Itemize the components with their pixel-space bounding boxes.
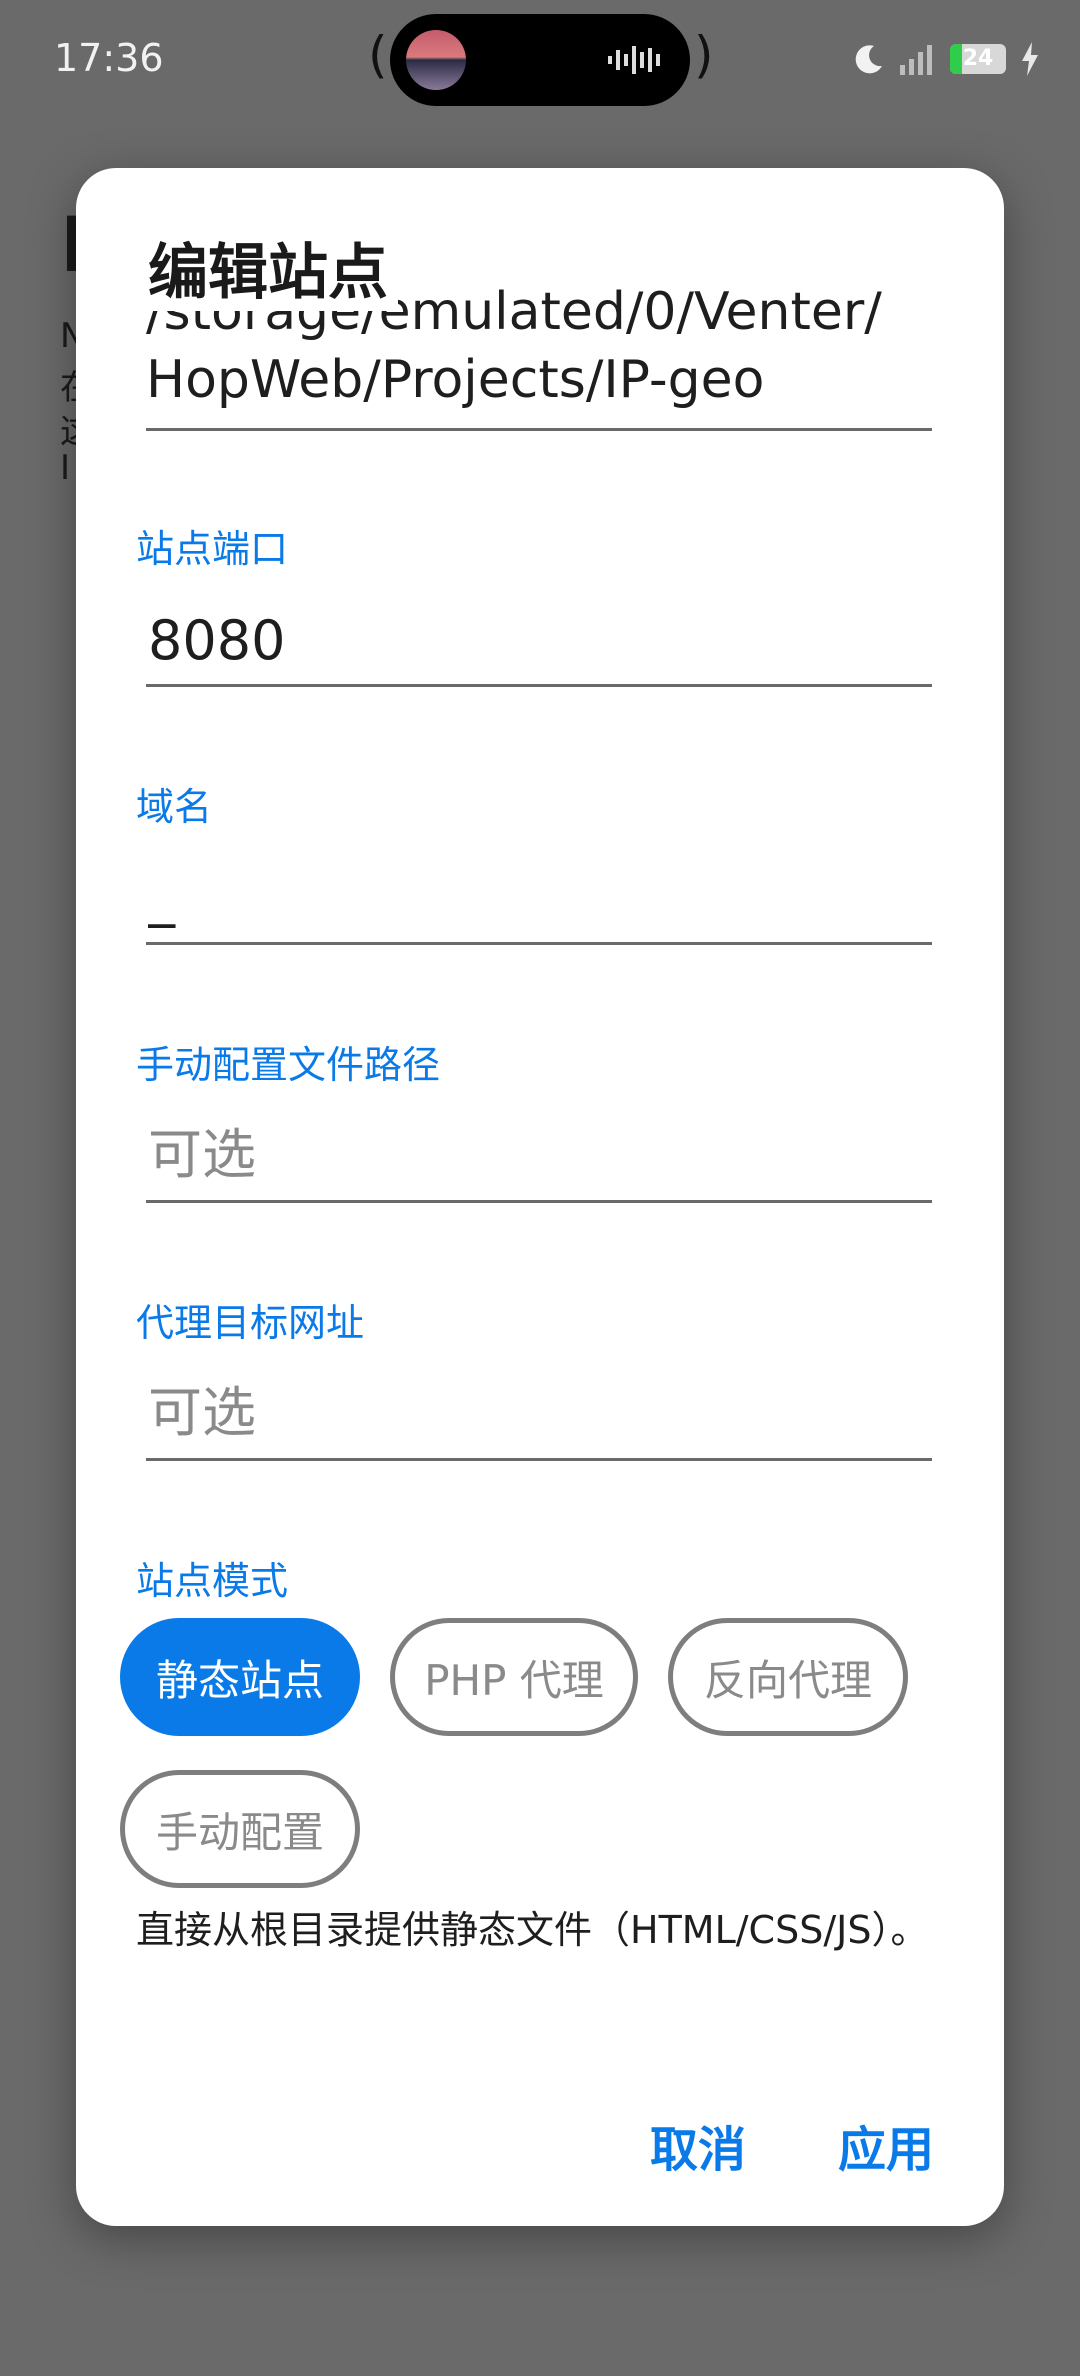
dialog-title: 编辑站点: [148, 224, 398, 311]
mode-chip-manual[interactable]: 手动配置: [120, 1770, 360, 1888]
domain-underline: [146, 942, 932, 945]
port-underline: [146, 684, 932, 687]
charging-icon: [1022, 42, 1038, 76]
dialog-actions: 取消 应用: [650, 2110, 934, 2180]
media-thumbnail: [406, 30, 466, 90]
root-path-underline: [146, 428, 932, 431]
signal-icon: [900, 45, 932, 75]
port-label: 站点端口: [136, 527, 289, 571]
battery-icon: 24: [950, 44, 1006, 74]
audio-wave-icon: [608, 46, 660, 74]
port-input[interactable]: [146, 600, 932, 680]
dialog-scroll-area[interactable]: /storage/emulated/0/Venter/ HopWeb/Proje…: [76, 168, 1004, 2068]
proxy-target-input[interactable]: [146, 1372, 932, 1452]
mode-chip-static[interactable]: 静态站点: [120, 1618, 360, 1736]
mode-description: 直接从根目录提供静态文件（HTML/CSS/JS）。: [136, 1908, 929, 1952]
battery-level: 24: [962, 46, 994, 71]
domain-input[interactable]: [146, 856, 932, 936]
cancel-button[interactable]: 取消: [650, 2110, 746, 2180]
status-time: 17:36: [54, 36, 164, 80]
status-icons: 24: [852, 34, 1040, 84]
mode-chip-reverse-proxy[interactable]: 反向代理: [668, 1618, 908, 1736]
moon-icon: [855, 45, 882, 74]
config-path-underline: [146, 1200, 932, 1203]
island-bracket-left: (: [368, 26, 388, 84]
proxy-target-underline: [146, 1458, 932, 1461]
mode-label: 站点模式: [136, 1559, 289, 1603]
config-path-label: 手动配置文件路径: [136, 1043, 441, 1087]
proxy-target-label: 代理目标网址: [136, 1301, 365, 1345]
root-path-line2: HopWeb/Projects/IP-geo: [146, 350, 765, 410]
config-path-input[interactable]: [146, 1114, 932, 1194]
domain-label: 域名: [136, 785, 213, 829]
island-bracket-right: ): [694, 26, 714, 84]
dynamic-island[interactable]: [390, 14, 690, 106]
apply-button[interactable]: 应用: [838, 2110, 934, 2180]
background-text: I: [60, 448, 71, 488]
edit-site-dialog: /storage/emulated/0/Venter/ HopWeb/Proje…: [76, 168, 1004, 2226]
status-bar: 17:36 ( ) 24: [0, 0, 1080, 120]
mode-chip-php-proxy[interactable]: PHP 代理: [390, 1618, 638, 1736]
